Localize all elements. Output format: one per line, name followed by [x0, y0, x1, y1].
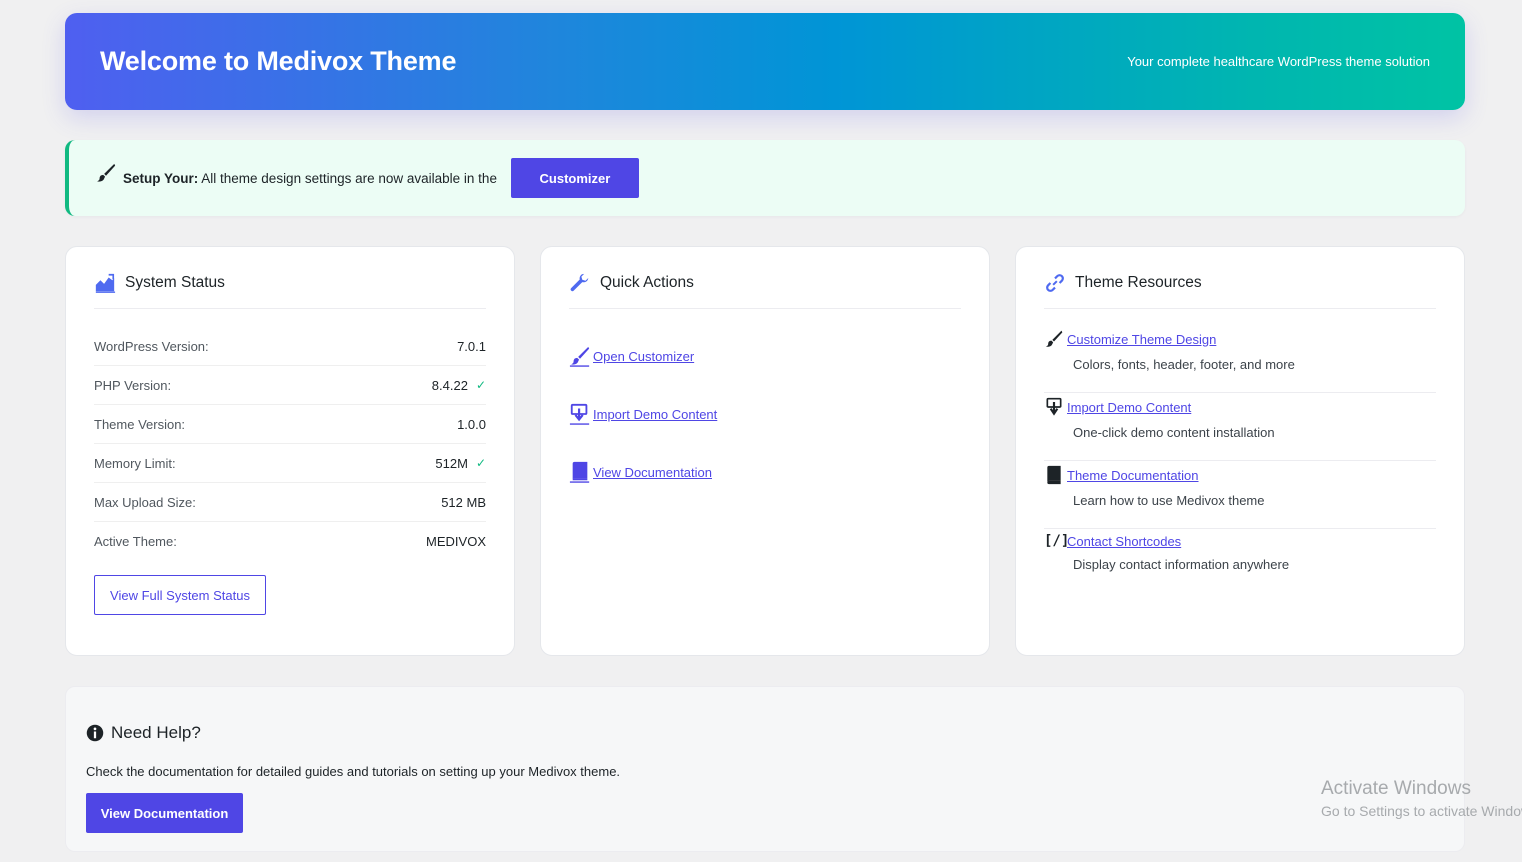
help-section: Need Help? Check the documentation for d…	[65, 686, 1465, 852]
status-value: 512 MB	[441, 495, 486, 510]
status-row-active-theme: Active Theme: MEDIVOX	[94, 522, 486, 561]
watermark-title: Activate Windows	[1321, 778, 1471, 799]
customize-theme-design-link[interactable]: Customize Theme Design	[1067, 332, 1216, 347]
status-label: Active Theme:	[94, 534, 177, 549]
open-customizer-link[interactable]: Open Customizer	[593, 349, 694, 364]
welcome-banner: Welcome to Medivox Theme Your complete h…	[65, 13, 1465, 110]
card-header: System Status	[94, 247, 486, 309]
notice-label: Setup Your:	[123, 170, 199, 186]
status-label: Max Upload Size:	[94, 494, 196, 510]
import-demo-content-link[interactable]: Import Demo Content	[1067, 400, 1191, 415]
resource-link-row: Theme Documentation	[1044, 465, 1436, 485]
status-list: WordPress Version: 7.0.1 PHP Version: 8.…	[94, 327, 486, 561]
import-icon	[1046, 397, 1062, 416]
resource-link-row: [/] Contact Shortcodes	[1044, 533, 1436, 549]
resource-description: One-click demo content installation	[1073, 425, 1275, 440]
resource-description: Colors, fonts, header, footer, and more	[1073, 357, 1295, 372]
status-label: PHP Version:	[94, 377, 172, 393]
card-header: Quick Actions	[569, 247, 961, 309]
status-value: 7.0.1	[457, 339, 486, 354]
help-header: Need Help?	[86, 723, 1444, 743]
wrench-icon	[570, 273, 589, 291]
theme-resources-card: Theme Resources Customize Theme Design C…	[1015, 246, 1465, 656]
view-documentation-link[interactable]: View Documentation	[593, 465, 712, 480]
card-title: Theme Resources	[1075, 273, 1202, 291]
status-label: Theme Version:	[94, 416, 186, 432]
card-title: System Status	[125, 273, 225, 291]
status-value-text: 512M	[435, 455, 468, 471]
status-row-php: PHP Version: 8.4.22 ✓	[94, 366, 486, 405]
status-row-theme: Theme Version: 1.0.0	[94, 405, 486, 444]
view-documentation-button[interactable]: View Documentation	[86, 793, 243, 833]
info-icon	[86, 724, 104, 742]
help-text: Check the documentation for detailed gui…	[86, 764, 621, 779]
status-label: WordPress Version:	[94, 338, 209, 354]
status-value: MEDIVOX	[426, 534, 486, 549]
status-label: Memory Limit:	[94, 455, 176, 471]
status-row-memory: Memory Limit: 512M ✓	[94, 444, 486, 483]
notice-message: All theme design settings are now availa…	[198, 170, 497, 186]
quick-actions-list: Open Customizer Import Demo Content View…	[569, 327, 961, 501]
status-row-wordpress: WordPress Version: 7.0.1	[94, 327, 486, 366]
page-title: Welcome to Medivox Theme	[100, 46, 457, 76]
quick-action-item: Import Demo Content	[569, 385, 961, 443]
status-value: 1.0.0	[457, 417, 486, 432]
import-icon	[569, 403, 590, 425]
status-value-text: MEDIVOX	[426, 534, 486, 549]
shortcode-icon: [/]	[1044, 533, 1070, 549]
link-icon	[1046, 273, 1064, 292]
banner-tagline: Your complete healthcare WordPress theme…	[1127, 54, 1430, 69]
status-value-text: 7.0.1	[457, 338, 486, 354]
setup-notice: Setup Your: All theme design settings ar…	[65, 140, 1465, 216]
view-system-status-button[interactable]: View Full System Status	[94, 575, 266, 615]
quick-action-item: Open Customizer	[569, 327, 961, 385]
activate-windows-watermark: Activate Windows Go to Settings to activ…	[1321, 778, 1522, 819]
chart-area-icon	[95, 273, 116, 293]
help-title: Need Help?	[111, 723, 201, 742]
quick-actions-card: Quick Actions Open Customizer Import Dem…	[540, 246, 990, 656]
theme-documentation-link[interactable]: Theme Documentation	[1067, 468, 1199, 483]
status-value-text: 8.4.22	[431, 377, 468, 393]
resources-list: Customize Theme Design Colors, fonts, he…	[1044, 325, 1436, 597]
resource-link-row: Customize Theme Design	[1044, 329, 1436, 349]
resource-item: [/] Contact Shortcodes Display contact i…	[1044, 529, 1436, 597]
card-header: Theme Resources	[1044, 247, 1436, 309]
resource-description: Display contact information anywhere	[1073, 557, 1290, 572]
check-icon: ✓	[475, 378, 486, 392]
resource-item: Customize Theme Design Colors, fonts, he…	[1044, 325, 1436, 393]
status-row-upload: Max Upload Size: 512 MB	[94, 483, 486, 522]
paintbrush-icon	[569, 346, 590, 367]
system-status-card: System Status WordPress Version: 7.0.1 P…	[65, 246, 515, 656]
status-value: 512M ✓	[435, 456, 486, 471]
contact-shortcodes-link[interactable]: Contact Shortcodes	[1067, 534, 1181, 549]
book-icon	[569, 461, 590, 483]
watermark-subtitle: Go to Settings to activate Windows.	[1321, 803, 1522, 819]
resource-item: Theme Documentation Learn how to use Med…	[1044, 461, 1436, 529]
resource-description: Learn how to use Medivox theme	[1073, 493, 1265, 508]
quick-action-item: View Documentation	[569, 443, 961, 501]
resource-link-row: Import Demo Content	[1044, 397, 1436, 417]
resource-item: Import Demo Content One-click demo conte…	[1044, 393, 1436, 461]
check-icon: ✓	[475, 456, 486, 470]
status-value-text: 1.0.0	[457, 416, 486, 432]
customizer-button[interactable]: Customizer	[510, 158, 639, 198]
paintbrush-icon	[1045, 330, 1063, 347]
paintbrush-icon	[96, 163, 116, 182]
status-value: 8.4.22 ✓	[432, 378, 486, 393]
status-value-text: 512 MB	[441, 494, 486, 510]
card-title: Quick Actions	[600, 273, 694, 291]
import-demo-content-link[interactable]: Import Demo Content	[593, 407, 717, 422]
notice-text: Setup Your: All theme design settings ar…	[123, 171, 497, 186]
book-icon	[1047, 465, 1061, 485]
